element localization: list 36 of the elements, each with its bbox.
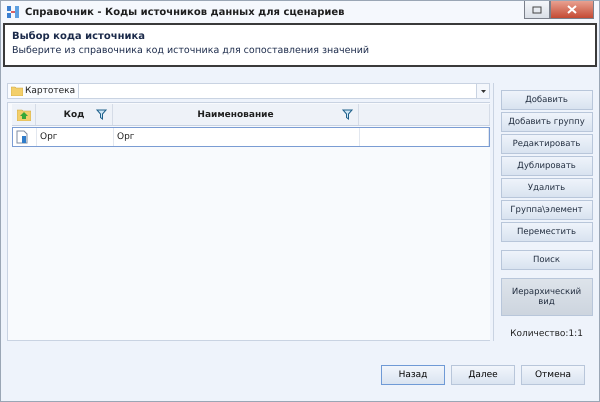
footer-button[interactable]: Далее: [451, 365, 515, 385]
folder-label: Картотека: [25, 86, 76, 96]
window-title: Справочник - Коды источников данных для сценариев: [25, 6, 345, 18]
folder-tab[interactable]: Картотека: [7, 83, 80, 99]
column-header[interactable]: Код: [64, 110, 84, 120]
filter-icon[interactable]: [342, 109, 353, 120]
close-icon: [567, 5, 577, 14]
path-field[interactable]: [79, 83, 490, 99]
caret-icon: [480, 90, 486, 92]
action-button[interactable]: Добавить: [500, 90, 592, 110]
action-button[interactable]: Дублировать: [500, 156, 592, 176]
filter-icon[interactable]: [96, 109, 107, 120]
action-button[interactable]: Группа\элемент: [500, 200, 592, 220]
table-row[interactable]: Орг Орг: [12, 127, 490, 147]
folder-up-icon[interactable]: [16, 108, 30, 120]
column-header[interactable]: Наименование: [197, 110, 274, 120]
table-cell: Орг: [117, 132, 135, 142]
view-button[interactable]: Иерархический вид: [500, 278, 592, 316]
folder-icon: [11, 86, 23, 96]
restore-button[interactable]: [524, 1, 550, 19]
action-button[interactable]: Удалить: [500, 178, 592, 198]
header-title: Выбор кода источника: [12, 31, 146, 42]
header-description: Выберите из справочника код источника для сопоставления значений: [12, 45, 370, 56]
table-cell: Орг: [40, 132, 58, 142]
view-button[interactable]: Поиск: [500, 250, 592, 270]
dropdown-button[interactable]: [476, 84, 489, 98]
restore-icon: [532, 6, 542, 14]
action-button[interactable]: Редактировать: [500, 134, 592, 154]
action-button[interactable]: Добавить группу: [500, 112, 592, 132]
footer-button[interactable]: Отмена: [521, 365, 585, 385]
close-button[interactable]: [550, 1, 594, 19]
record-count: Количество:1:1: [510, 329, 583, 339]
app-icon: [6, 5, 20, 19]
document-icon: [16, 130, 28, 144]
action-button[interactable]: Переместить: [500, 222, 592, 242]
footer-button[interactable]: Назад: [381, 365, 445, 385]
